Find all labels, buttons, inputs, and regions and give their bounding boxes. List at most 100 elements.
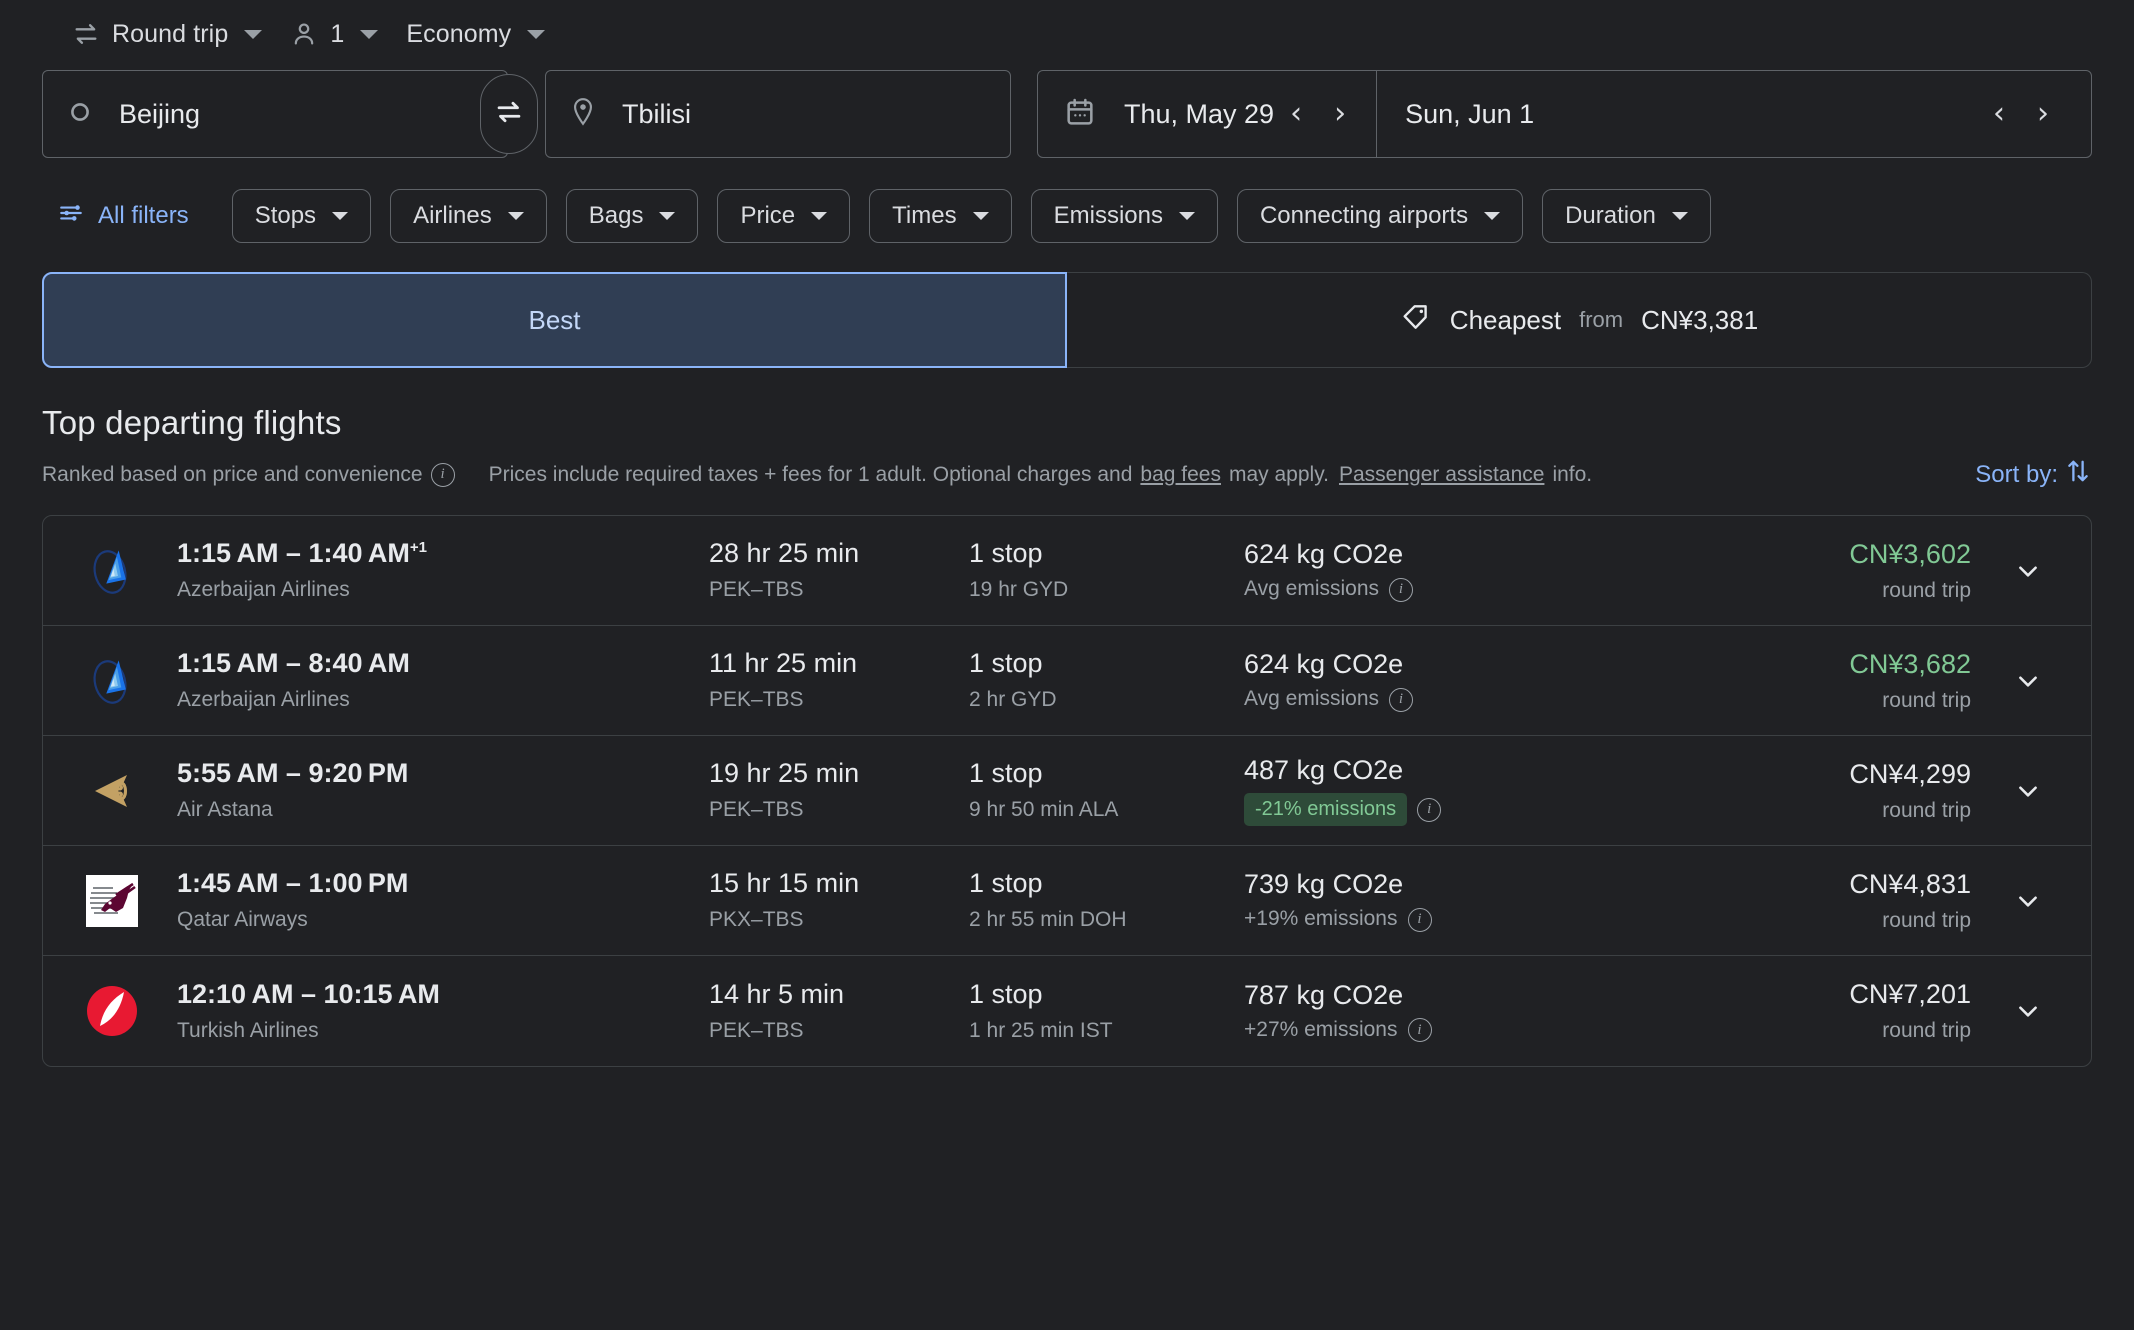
- flight-route: PKX–TBS: [709, 908, 804, 932]
- chevron-down-icon: [2019, 565, 2037, 577]
- flight-price: CN¥3,682: [1849, 648, 1971, 679]
- section-subtitle: Ranked based on price and convenience i …: [42, 456, 2092, 493]
- flight-route: PEK–TBS: [709, 578, 804, 602]
- flight-layover: 2 hr GYD: [969, 688, 1057, 712]
- passenger-assistance-link[interactable]: Passenger assistance: [1339, 463, 1544, 487]
- info-icon[interactable]: i: [1389, 687, 1414, 712]
- sort-tabs: Best Cheapest from CN¥3,381: [42, 272, 2092, 368]
- tab-cheapest-from-label: from: [1579, 307, 1624, 332]
- chevron-down-icon: [1178, 212, 1195, 220]
- origin-value: Beijing: [119, 98, 201, 129]
- filter-chip-airlines[interactable]: Airlines: [390, 189, 547, 243]
- flight-price-sub: round trip: [1882, 578, 1971, 602]
- destination-value: Tbilisi: [622, 98, 692, 129]
- filter-chip-emissions[interactable]: Emissions: [1030, 189, 1218, 243]
- sort-by-button[interactable]: Sort by:: [1975, 456, 2092, 493]
- flight-price: CN¥4,299: [1849, 758, 1971, 789]
- flight-stops-cell: 1 stop 2 hr 55 min DOH: [969, 868, 1244, 932]
- filter-chip-connecting-airports[interactable]: Connecting airports: [1236, 189, 1524, 243]
- filter-chip-stops[interactable]: Stops: [231, 189, 372, 243]
- filter-chip-duration[interactable]: Duration: [1542, 189, 1711, 243]
- origin-input[interactable]: Beijing: [42, 70, 508, 158]
- return-date-group[interactable]: Sun, Jun 1: [1391, 99, 1534, 130]
- flight-duration-cell: 14 hr 5 min PEK–TBS: [709, 979, 969, 1043]
- expand-flight-button[interactable]: [1993, 778, 2063, 804]
- tab-cheapest[interactable]: Cheapest from CN¥3,381: [1067, 272, 2092, 368]
- table-row[interactable]: 5:55 AM – 9:20 PM Air Astana 19 hr 25 mi…: [43, 736, 2091, 846]
- passengers-selector[interactable]: 1: [276, 12, 392, 57]
- filter-chip-price[interactable]: Price: [717, 189, 851, 243]
- sort-arrows-icon: [2064, 456, 2092, 493]
- swap-origin-destination-button[interactable]: [480, 74, 538, 154]
- return-prev-day-button[interactable]: ‹: [1977, 93, 2021, 135]
- location-pin-icon: [570, 97, 596, 132]
- flight-times: 1:45 AM – 1:00 PM: [177, 868, 409, 899]
- departure-date-value: Thu, May 29: [1124, 98, 1275, 129]
- table-row[interactable]: 1:15 AM – 8:40 AM Azerbaijan Airlines 11…: [43, 626, 2091, 736]
- flight-emissions-note: +19% emissions: [1244, 907, 1398, 931]
- departure-next-day-button[interactable]: ›: [1318, 93, 1362, 135]
- circle-outline-icon: [67, 99, 93, 130]
- flight-stops: 1 stop: [969, 978, 1043, 1009]
- flight-emissions-cell: 787 kg CO2e +27% emissions i: [1244, 979, 1644, 1043]
- filter-chip-bags-label: Bags: [588, 202, 644, 229]
- all-filters-label: All filters: [98, 202, 189, 229]
- azerbaijan-airlines-logo: [75, 652, 149, 710]
- flight-co2: 787 kg CO2e: [1244, 979, 1404, 1010]
- cabin-class-selector[interactable]: Economy: [392, 12, 559, 57]
- info-icon[interactable]: i: [1407, 1018, 1432, 1043]
- bag-fees-link[interactable]: bag fees: [1140, 463, 1221, 487]
- expand-flight-button[interactable]: [1993, 668, 2063, 694]
- flight-stops: 1 stop: [969, 648, 1043, 679]
- filter-chip-bags[interactable]: Bags: [565, 189, 699, 243]
- trip-options-bar: Round trip 1 Economy: [0, 0, 2134, 62]
- expand-flight-button[interactable]: [1993, 888, 2063, 914]
- filter-chip-times[interactable]: Times: [869, 189, 1012, 243]
- destination-input[interactable]: Tbilisi: [545, 70, 1011, 158]
- trip-type-selector[interactable]: Round trip: [58, 12, 276, 57]
- flight-emissions-note: Avg emissions: [1244, 687, 1380, 711]
- info-icon[interactable]: i: [1389, 577, 1414, 602]
- price-tag-icon: [1400, 301, 1432, 340]
- tab-best[interactable]: Best: [42, 272, 1067, 368]
- table-row[interactable]: 1:45 AM – 1:00 PM Qatar Airways 15 hr 15…: [43, 846, 2091, 956]
- flight-price-cell: CN¥3,682 round trip: [1644, 649, 1993, 713]
- chevron-down-icon: [527, 29, 546, 39]
- flight-times-cell: 1:15 AM – 8:40 AM Azerbaijan Airlines: [149, 648, 709, 712]
- origin-destination-group: Beijing Tbilisi: [42, 70, 1011, 158]
- qatar-airways-logo: [75, 872, 149, 930]
- flight-price-sub: round trip: [1882, 908, 1971, 932]
- prices-note-part1: Prices include required taxes + fees for…: [488, 462, 1133, 486]
- swap-horizontal-icon: [72, 20, 100, 48]
- info-icon[interactable]: i: [1417, 797, 1442, 822]
- departure-prev-day-button[interactable]: ‹: [1274, 93, 1318, 135]
- table-row[interactable]: 1:15 AM – 1:40 AM+1 Azerbaijan Airlines …: [43, 516, 2091, 626]
- all-filters-button[interactable]: All filters: [42, 194, 199, 239]
- flight-price: CN¥3,602: [1849, 538, 1971, 569]
- flight-layover: 1 hr 25 min IST: [969, 1018, 1113, 1042]
- departure-date-group[interactable]: Thu, May 29 ‹ ›: [1096, 93, 1362, 135]
- airline-name: Air Astana: [177, 798, 273, 822]
- flight-emissions-note: +27% emissions: [1244, 1017, 1398, 1041]
- turkish-airlines-logo: [75, 982, 149, 1040]
- info-icon[interactable]: i: [430, 462, 455, 487]
- expand-flight-button[interactable]: [1993, 998, 2063, 1024]
- flight-times: 12:10 AM – 10:15 AM: [177, 978, 440, 1009]
- ranked-text: Ranked based on price and convenience: [42, 462, 423, 486]
- return-next-day-button[interactable]: ›: [2021, 93, 2065, 135]
- azerbaijan-airlines-logo: [75, 542, 149, 600]
- flight-price-cell: CN¥3,602 round trip: [1644, 539, 1993, 603]
- return-date-value: Sun, Jun 1: [1405, 98, 1535, 129]
- calendar-icon: [1064, 96, 1096, 133]
- chevron-down-icon: [1671, 212, 1688, 220]
- date-range-field: Thu, May 29 ‹ › Sun, Jun 1 ‹ ›: [1037, 70, 2092, 158]
- table-row[interactable]: 12:10 AM – 10:15 AM Turkish Airlines 14 …: [43, 956, 2091, 1066]
- flight-results-list: 1:15 AM – 1:40 AM+1 Azerbaijan Airlines …: [42, 515, 2092, 1067]
- swap-arrows-icon: [492, 95, 526, 134]
- flight-times-cell: 1:15 AM – 1:40 AM+1 Azerbaijan Airlines: [149, 538, 709, 602]
- info-icon[interactable]: i: [1407, 907, 1432, 932]
- flight-co2: 487 kg CO2e: [1244, 754, 1404, 785]
- flight-duration: 15 hr 15 min: [709, 868, 860, 899]
- expand-flight-button[interactable]: [1993, 558, 2063, 584]
- airline-name: Qatar Airways: [177, 908, 308, 932]
